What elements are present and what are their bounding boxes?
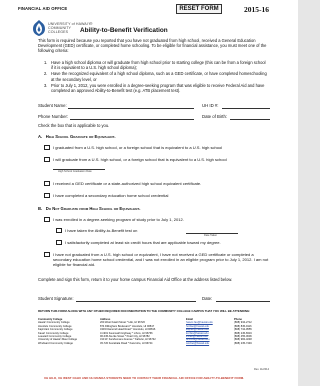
option-b1-label: I was enrolled in a degree-seeking progr…	[53, 217, 184, 222]
option-b2-checkbox[interactable]	[56, 228, 62, 233]
college-phone: (808) 235-7449	[234, 341, 252, 345]
option-a1-checkbox[interactable]	[44, 145, 50, 150]
form-page: FINANCIAL AID OFFICE RESET FORM 2015-16 …	[0, 0, 298, 386]
option-a4-checkbox[interactable]	[44, 193, 50, 198]
list-text: Prior to July 1, 2012, you were enrolled…	[51, 82, 265, 94]
criteria-list: 1. Have a high school diploma or will gr…	[44, 60, 268, 94]
section-a-heading: A. High School Graduate or Equivalent.	[38, 134, 116, 139]
uh-id-field[interactable]	[222, 108, 270, 109]
section-letter: B.	[38, 206, 43, 211]
dob-field[interactable]	[230, 119, 270, 120]
section-title: High School Graduate or Equivalent.	[45, 134, 116, 139]
office-name: FINANCIAL AID OFFICE	[18, 6, 68, 11]
check-instructions: Check the box that is applicable to you.	[38, 123, 110, 128]
list-number: 2.	[44, 71, 48, 77]
uh-id-label: UH ID #:	[202, 103, 219, 108]
revision-date: Rev. 11/2014	[254, 368, 270, 371]
uh-logo-icon	[33, 20, 45, 36]
award-year: 2015-16	[244, 5, 269, 14]
college-email-link[interactable]: wccfao@hawaii.edu	[186, 342, 234, 345]
reset-form-button[interactable]: RESET FORM	[176, 4, 222, 14]
student-name-label: Student Name:	[38, 103, 67, 108]
return-instructions: RETURN THIS FORM ALONG WITH ANY OTHER RE…	[38, 309, 251, 313]
date-field[interactable]	[216, 301, 270, 302]
intro-paragraph: This form is required because you report…	[38, 38, 267, 54]
option-b3-checkbox[interactable]	[56, 240, 62, 245]
date-taken-caption: Date Taken	[204, 234, 218, 237]
form-title: Ability-to-Benefit Verification	[80, 27, 168, 34]
list-item: 1. Have a high school diploma or will gr…	[44, 60, 268, 70]
list-item: 3. Prior to July 1, 2012, you were enrol…	[44, 83, 268, 93]
list-number: 3.	[44, 82, 48, 88]
phone-label: Phone Number:	[38, 114, 69, 119]
signature-label: Student Signature:	[38, 296, 74, 301]
table-row: Windward Community College 45-720 Kea'ah…	[38, 342, 270, 345]
option-a3-label: I received a GED certificate or a state-…	[53, 181, 202, 186]
option-b1-checkbox[interactable]	[44, 217, 50, 222]
section-letter: A.	[38, 134, 43, 139]
list-item: 2. Have the recognized equivalent of a h…	[44, 71, 268, 81]
list-text: Have a high school diploma or will gradu…	[51, 60, 266, 71]
sign-instructions: Complete and sign this form, return it t…	[38, 277, 233, 282]
option-a4-label: I have completed a secondary education h…	[53, 193, 169, 198]
section-title: Do Not Graduate from High School or Equi…	[45, 206, 141, 211]
option-a2-label: I will graduate from a U.S. high school,…	[53, 157, 227, 162]
option-a3-checkbox[interactable]	[44, 181, 50, 186]
option-b2-label: I have taken the Ability-to-Benefit test…	[65, 228, 138, 233]
signature-field[interactable]	[76, 301, 196, 302]
hs-grad-date-caption: High School Graduation Date	[58, 170, 92, 173]
phone-field[interactable]	[70, 119, 194, 120]
list-number: 1.	[44, 60, 48, 65]
dob-label: Date of Birth:	[202, 114, 228, 119]
student-name-field[interactable]	[68, 108, 194, 109]
option-b3-label: I satisfactorily completed at least six …	[65, 240, 221, 245]
college-name: Windward Community College	[38, 341, 73, 345]
section-b-heading: B. Do Not Graduate from High School or E…	[38, 206, 140, 211]
college-address: 45-720 Kea'ahala Road * Kane'ohe, HI 967…	[100, 341, 153, 345]
option-a1-label: I graduated from a U.S. high school, or …	[53, 145, 223, 150]
option-b4-label: I have not graduated from a U.S. high sc…	[53, 252, 269, 268]
option-b4-checkbox[interactable]	[44, 252, 50, 257]
footer-notice: UH HILO, UH WEST OAHU AND UH MANOA STUDE…	[44, 376, 245, 380]
option-a2-checkbox[interactable]	[44, 157, 50, 162]
date-label: Date:	[202, 296, 213, 301]
list-text: Have the recognized equivalent of a high…	[51, 71, 267, 82]
campus-directory-table: Community College Address Email Phone Ha…	[38, 318, 270, 345]
